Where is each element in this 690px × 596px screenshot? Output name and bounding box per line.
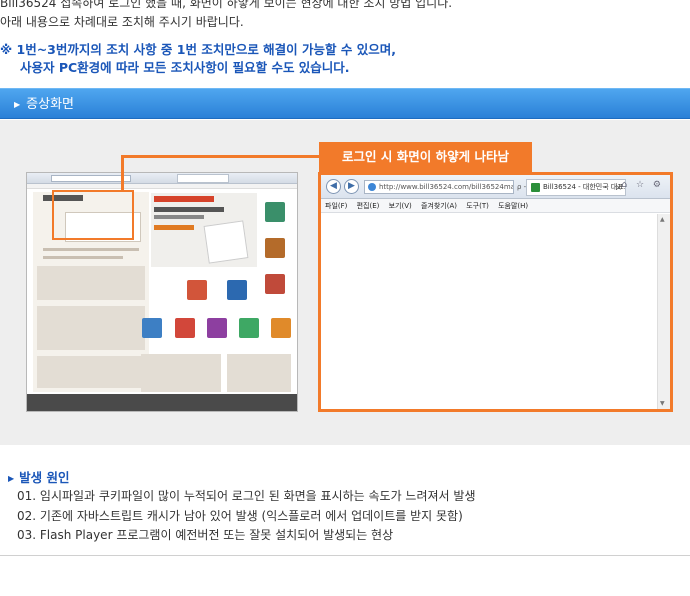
site-footer [27,394,297,411]
contact-block [37,356,145,388]
menu-tile-icon [175,318,195,338]
list-item: 02. 기존에 자바스트립트 캐시가 남아 있어 발생 (익스플로러 에서 업데… [17,508,463,523]
symptom-section-title: 증상화면 [26,97,74,112]
list-item: 03. Flash Player 프로그램이 예전버전 또는 잘못 설치되어 발… [17,528,394,542]
browser-tab [177,174,229,183]
menu-tile-icon [265,238,285,258]
browser-toolbar: ◀ ▶ http://www.bill36524.com/bill36524ma… [321,175,670,199]
menu-favorites: 즐겨찾기(A) [420,202,457,210]
menu-tile-icon [207,318,227,338]
video-block [227,354,291,392]
menu-tile-icon [271,318,291,338]
ie-page-icon [368,183,376,191]
site-banner [151,193,257,267]
site-favicon-icon [531,183,540,192]
banner-label [154,196,214,202]
download-block [141,354,221,392]
intro-line-1: Bill36524 접속하여 로그인 했을 때, 화면이 하얗게 보이는 현상에… [0,0,453,10]
scroll-up-icon: ▲ [660,216,665,223]
back-icon: ◀ [326,179,341,194]
callout-connector [121,155,321,158]
tab-title: Bill36524 - 대한민국 대표... [543,183,626,191]
menu-edit: 편집(E) [356,202,380,210]
menu-file: 파일(F) [325,202,348,210]
menu-help: 도움말(H) [498,202,529,210]
address-bar: http://www.bill36524.com/bill36524main.j… [364,180,514,194]
banner-headline [154,207,224,212]
vertical-scrollbar: ▲ ▼ [657,214,670,409]
menu-view: 보기(V) [388,202,412,210]
symptom-section-header: ▶ 증상화면 [0,88,690,119]
callout-label: 로그인 시 화면이 하얗게 나타남 [319,142,532,172]
intro-text: Bill36524 접속하여 로그인 했을 때, 화면이 하얗게 보이는 현상에… [0,0,690,32]
menu-tools: 도구(T) [466,202,489,210]
menu-tile-icon [265,202,285,222]
info-block [37,306,145,350]
address-bar [51,175,131,182]
triangle-right-icon: ▶ [8,474,15,483]
sidebar-row [43,256,123,259]
triangle-right-icon: ▶ [14,100,21,109]
intro-line-2: 아래 내용으로 차례대로 조치해 주시기 바랍니다. [0,15,244,29]
menu-tile-icon [142,318,162,338]
document-image [203,220,249,264]
address-url: http://www.bill36524.com/bill36524main.j… [379,183,514,191]
forward-icon: ▶ [344,179,359,194]
cause-section-header: ▶ 발생 원인 [8,467,70,486]
toolbar-icons: ⌂ ☆ ⚙ [621,180,664,190]
browser-menubar: 파일(F) 편집(E) 보기(V) 즐겨찾기(A) 도구(T) 도움말(H) [321,199,670,213]
notice-line-1: ※ 1번~3번까지의 조치 사항 중 1번 조치만으로 해결이 가능할 수 있으… [0,42,396,57]
browser-tab: Bill36524 - 대한민국 대표... × [526,179,626,196]
menu-tile-icon [265,274,285,294]
notice-line-2: 사용자 PC환경에 따라 모든 조치사항이 필요할 수도 있습니다. [20,60,350,75]
menu-tile-icon [187,280,207,300]
browser-menubar [27,184,297,189]
cause-list: 01. 임시파일과 쿠키파일이 많이 누적되어 로그인 된 화면을 표시하는 속… [17,487,476,546]
scroll-down-icon: ▼ [660,400,665,407]
divider [0,555,690,556]
login-highlight-frame [52,190,134,240]
notice-text: ※ 1번~3번까지의 조치 사항 중 1번 조치만으로 해결이 가능할 수 있으… [0,41,690,77]
browser-titlebar [27,173,297,184]
menu-tile-icon [227,280,247,300]
sidebar-row [43,248,139,251]
banner-cta [154,225,194,230]
menu-tile-icon [239,318,259,338]
list-item: 01. 임시파일과 쿠키파일이 많이 누적되어 로그인 된 화면을 표시하는 속… [17,489,476,503]
blank-page-screenshot: ◀ ▶ http://www.bill36524.com/bill36524ma… [318,172,673,412]
cause-section-title: 발생 원인 [19,470,70,485]
callout-connector [121,156,124,192]
banner-subtext [154,215,204,219]
notice-block [37,266,145,300]
